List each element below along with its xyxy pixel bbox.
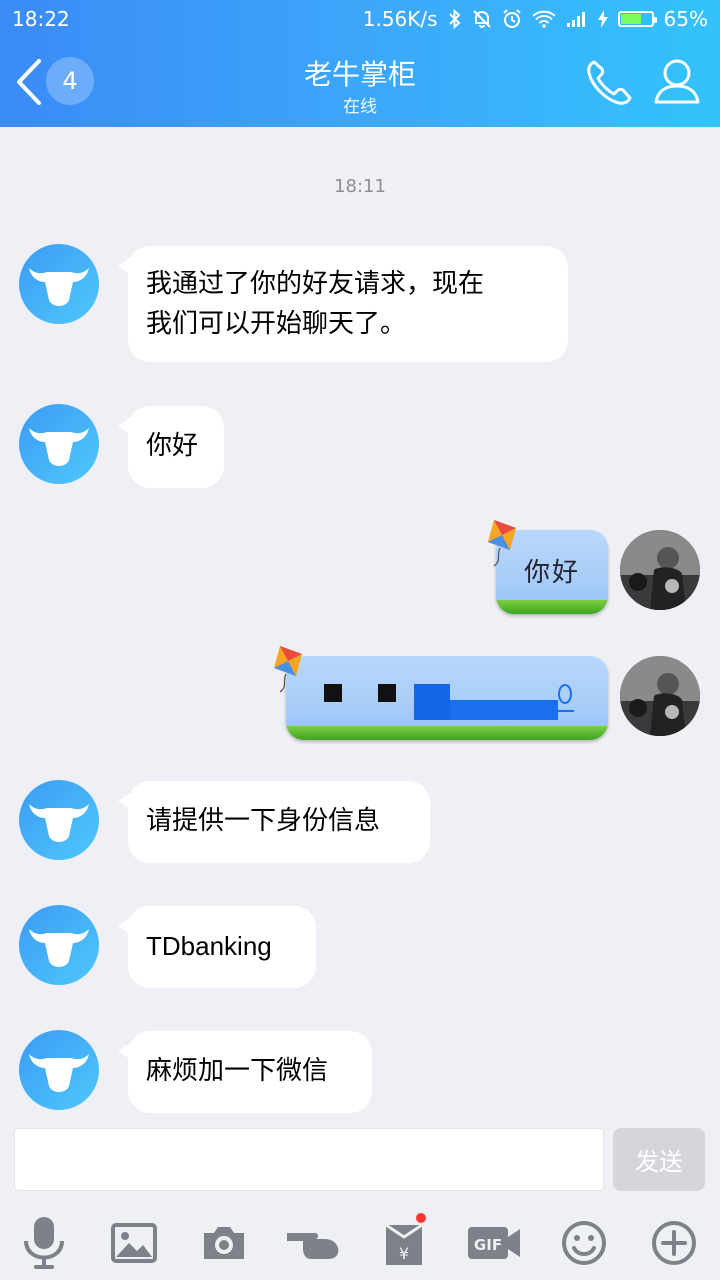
battery-percent: 65% (663, 7, 708, 31)
message-text: TDbanking (146, 931, 272, 961)
send-button[interactable]: 发送 (613, 1128, 705, 1191)
voice-button[interactable] (14, 1213, 74, 1273)
redaction-block (542, 710, 574, 712)
alarm-icon (502, 9, 522, 29)
emoji-button[interactable] (554, 1213, 614, 1273)
message-text: 我们可以开始聊天了。 (146, 309, 407, 339)
mute-icon (472, 9, 492, 29)
microphone-icon (24, 1217, 64, 1269)
plus-icon (652, 1221, 696, 1265)
redaction-block (324, 684, 342, 702)
message-bubble[interactable]: 请提供一下身份信息 (118, 781, 430, 863)
bull-icon (29, 1054, 89, 1092)
gif-button[interactable]: GIF (464, 1213, 524, 1273)
camera-button[interactable] (194, 1213, 254, 1273)
message-bubble[interactable]: 我通过了你的好友请求，现在 我们可以开始聊天了。 (118, 246, 568, 362)
user-photo (620, 530, 700, 610)
grass-decoration (496, 600, 608, 614)
message-timestamp: 18:11 (334, 176, 386, 197)
message-bubble[interactable]: 你好 (118, 406, 224, 488)
profile-icon (654, 59, 700, 104)
contact-avatar[interactable] (19, 905, 99, 985)
notification-dot (416, 1213, 426, 1223)
kite-icon (488, 520, 516, 567)
chat-toolbar: ¥ GIF (0, 1205, 720, 1280)
chat-header: 18:22 1.56K/s 65% 4 老牛掌柜 在线 (0, 0, 720, 127)
red-packet-button[interactable]: ¥ (374, 1213, 434, 1273)
contact-avatar[interactable] (19, 404, 99, 484)
bluetooth-icon (448, 9, 462, 29)
redaction-block (378, 684, 396, 702)
charging-icon (597, 10, 608, 28)
my-avatar[interactable] (620, 656, 700, 736)
image-button[interactable] (104, 1213, 164, 1273)
message-text: 请提供一下身份信息 (146, 806, 381, 836)
svg-text:¥: ¥ (399, 1244, 409, 1263)
bull-icon (29, 804, 89, 842)
poke-button[interactable] (284, 1213, 344, 1273)
contact-profile-button[interactable] (648, 54, 706, 112)
emoji-icon (562, 1221, 606, 1265)
red-packet-icon: ¥ (385, 1223, 423, 1265)
redaction-block (558, 684, 572, 704)
signal-icon (566, 10, 588, 28)
svg-text:GIF: GIF (474, 1236, 502, 1254)
status-time: 18:22 (12, 7, 70, 31)
network-speed: 1.56K/s (362, 7, 438, 31)
contact-avatar[interactable] (19, 1030, 99, 1110)
bull-icon (29, 929, 89, 967)
gif-icon: GIF (468, 1227, 520, 1259)
message-input[interactable] (14, 1128, 604, 1191)
my-message-bubble[interactable] (286, 656, 608, 740)
phone-icon (587, 60, 632, 105)
my-avatar[interactable] (620, 530, 700, 610)
more-button[interactable] (644, 1213, 704, 1273)
image-icon (111, 1223, 157, 1263)
status-bar: 18:22 1.56K/s 65% (0, 0, 720, 38)
contact-avatar[interactable] (19, 244, 99, 324)
contact-avatar[interactable] (19, 780, 99, 860)
message-text: 你好 (146, 431, 199, 461)
message-bubble[interactable]: TDbanking (118, 906, 316, 988)
camera-icon (204, 1227, 244, 1259)
message-text: 麻烦加一下微信 (146, 1056, 329, 1086)
redaction-block (414, 684, 450, 720)
wifi-icon (531, 10, 556, 28)
input-bar: 发送 (0, 1115, 720, 1205)
grass-decoration (286, 726, 608, 740)
battery-icon (617, 11, 657, 27)
user-photo (620, 656, 700, 736)
message-bubble[interactable]: 麻烦加一下微信 (118, 1031, 372, 1113)
poke-icon (287, 1233, 339, 1259)
phone-call-button[interactable] (580, 54, 638, 112)
message-text: 我通过了你的好友请求，现在 (146, 269, 485, 299)
bull-icon (29, 268, 89, 306)
kite-icon (274, 646, 302, 693)
bull-icon (29, 428, 89, 466)
